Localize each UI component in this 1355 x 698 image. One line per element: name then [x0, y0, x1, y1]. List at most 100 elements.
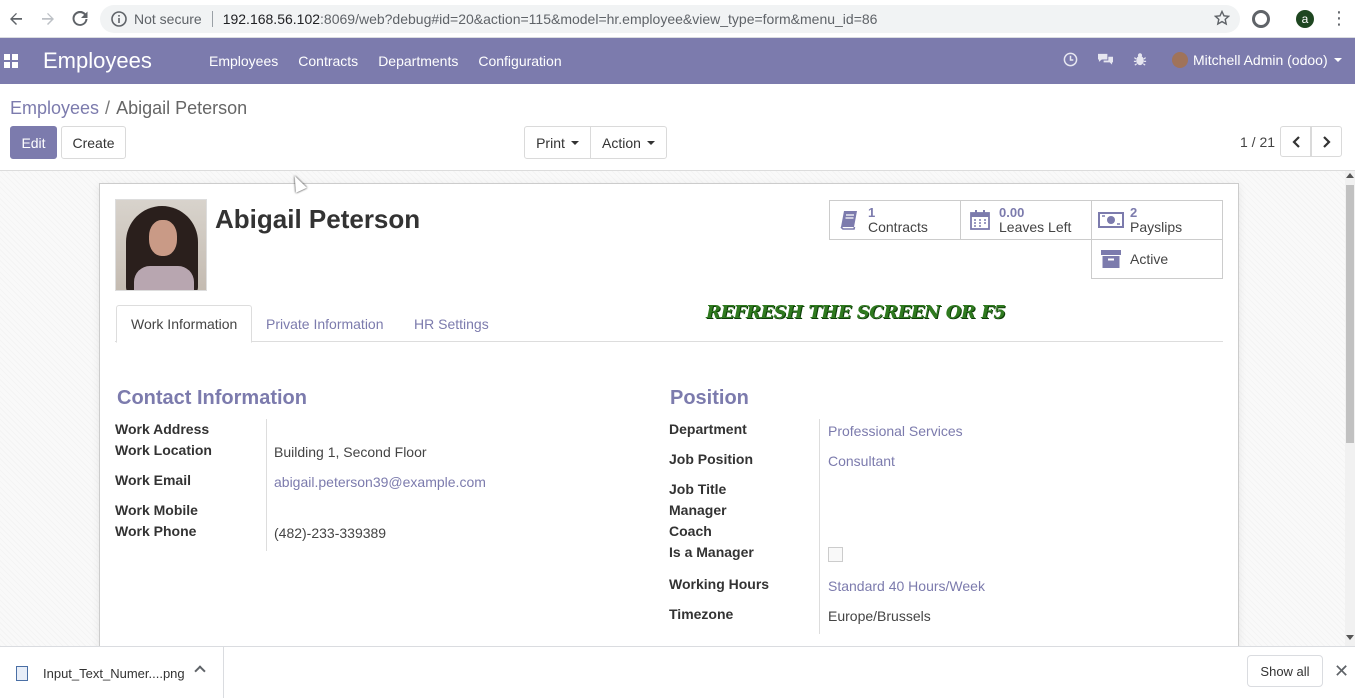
notebook-tabs: Work Information Private Information HR … [115, 305, 1223, 343]
user-avatar [1172, 52, 1188, 68]
contracts-label: Contracts [868, 219, 928, 235]
browser-menu-icon[interactable]: ⋮ [1330, 8, 1348, 28]
address-bar[interactable]: Not secure 192.168.56.102:8069/web?debug… [100, 5, 1240, 33]
odoo-navbar: Employees Employees Contracts Department… [0, 38, 1355, 84]
tab-hr-settings[interactable]: HR Settings [400, 305, 503, 342]
caret-down-icon [1333, 58, 1342, 62]
manager-label: Manager [669, 502, 727, 518]
browser-toolbar: Not secure 192.168.56.102:8069/web?debug… [0, 0, 1355, 38]
action-dropdown[interactable]: Action [590, 126, 667, 159]
debug-bug-icon[interactable] [1133, 52, 1147, 70]
profile-avatar[interactable]: a [1296, 10, 1314, 28]
user-name: Mitchell Admin (odoo) [1193, 52, 1328, 68]
bookmark-star-icon[interactable] [1213, 9, 1231, 29]
leaves-smart-button[interactable]: 0.00 Leaves Left [960, 200, 1092, 240]
pager-next-button[interactable] [1311, 126, 1342, 157]
scrollbar-thumb[interactable] [1346, 185, 1354, 443]
forward-button[interactable] [32, 0, 64, 38]
back-button[interactable] [0, 0, 32, 38]
action-label: Action [602, 134, 641, 151]
coach-label: Coach [669, 523, 712, 539]
url-text: 192.168.56.102:8069/web?debug#id=20&acti… [223, 11, 878, 27]
job-position-link[interactable]: Consultant [828, 453, 895, 469]
create-button[interactable]: Create [61, 126, 126, 159]
print-label: Print [536, 134, 565, 151]
download-file-name: Input_Text_Numer....png [43, 665, 185, 681]
reload-icon [72, 11, 88, 26]
department-link[interactable]: Professional Services [828, 423, 963, 439]
chevron-up-icon[interactable] [194, 665, 206, 677]
calendar-icon [967, 208, 993, 232]
work-email-link[interactable]: abigail.peterson39@example.com [274, 474, 486, 490]
work-phone-value: (482)-233-339389 [274, 525, 387, 541]
department-label: Department [669, 421, 747, 437]
breadcrumb-current: Abigail Peterson [116, 98, 248, 118]
archive-icon [1098, 247, 1124, 271]
scroll-down-arrow-icon[interactable] [1346, 635, 1354, 640]
reload-button[interactable] [64, 0, 96, 38]
pager-previous-button[interactable] [1280, 126, 1311, 157]
download-item[interactable]: Input_Text_Numer....png [0, 647, 224, 698]
menu-contracts[interactable]: Contracts [288, 53, 368, 69]
tab-work-information[interactable]: Work Information [116, 305, 253, 343]
employee-photo[interactable] [115, 199, 207, 291]
money-icon [1098, 208, 1124, 232]
pager-value[interactable]: 1 / 21 [1240, 134, 1275, 150]
work-email-label: Work Email [115, 472, 191, 488]
tab-private-information[interactable]: Private Information [252, 305, 398, 342]
work-location-label: Work Location [115, 442, 212, 458]
work-phone-label: Work Phone [115, 523, 197, 539]
info-icon[interactable] [110, 10, 128, 28]
chevron-left-icon [1291, 135, 1300, 148]
job-position-label: Job Position [669, 451, 753, 467]
arrow-right-icon [42, 13, 54, 25]
payslips-label: Payslips [1130, 219, 1183, 235]
top-menu: Employees Contracts Departments Configur… [199, 53, 572, 69]
work-mobile-label: Work Mobile [115, 502, 198, 518]
position-title: Position [670, 387, 749, 409]
app-brand[interactable]: Employees [43, 48, 152, 74]
breadcrumb-employees[interactable]: Employees [10, 98, 99, 118]
print-dropdown[interactable]: Print [524, 126, 591, 159]
timezone-value: Europe/Brussels [828, 608, 931, 624]
chat-bubbles-icon[interactable] [1097, 52, 1114, 70]
caret-down-icon [646, 140, 655, 145]
is-manager-checkbox[interactable] [828, 547, 843, 562]
image-file-icon [16, 665, 28, 681]
menu-configuration[interactable]: Configuration [468, 53, 571, 69]
active-label: Active [1130, 250, 1169, 267]
chevron-right-icon [1322, 135, 1331, 148]
user-menu[interactable]: Mitchell Admin (odoo) [1172, 52, 1342, 68]
edit-button[interactable]: Edit [10, 126, 57, 159]
caret-down-icon [570, 140, 579, 145]
extension-icon[interactable] [1252, 10, 1270, 28]
contracts-smart-button[interactable]: 1 Contracts [829, 200, 961, 240]
url-host: 192.168.56.102 [222, 11, 321, 27]
menu-employees[interactable]: Employees [199, 53, 288, 69]
employee-name: Abigail Peterson [215, 204, 421, 234]
work-address-label: Work Address [115, 421, 210, 437]
menu-departments[interactable]: Departments [368, 53, 468, 69]
working-hours-link[interactable]: Standard 40 Hours/Week [828, 578, 985, 594]
is-manager-label: Is a Manager [669, 544, 754, 560]
form-view: Abigail Peterson 1 Contracts 0.00 Leaves L… [0, 171, 1345, 646]
job-title-label: Job Title [669, 481, 727, 497]
active-toggle-button[interactable]: Active [1091, 239, 1223, 279]
breadcrumb: Employees / Abigail Peterson [10, 98, 248, 118]
leaves-label: Leaves Left [999, 219, 1072, 235]
payslips-smart-button[interactable]: 2 Payslips [1091, 200, 1223, 240]
contracts-count: 1 [868, 205, 876, 220]
work-location-value: Building 1, Second Floor [274, 444, 427, 460]
close-icon[interactable]: ✕ [1334, 661, 1349, 682]
timezone-label: Timezone [669, 606, 734, 622]
refresh-note-overlay: REFRESH THE SCREEN OR F5 [706, 302, 1006, 323]
page-scrollbar[interactable] [1345, 171, 1355, 646]
scroll-up-arrow-icon[interactable] [1346, 173, 1354, 178]
apps-menu-icon[interactable] [4, 54, 18, 68]
arrow-left-icon [10, 13, 22, 25]
contact-information-title: Contact Information [117, 387, 307, 409]
form-sheet: Abigail Peterson 1 Contracts 0.00 Leaves L… [99, 183, 1239, 646]
activity-clock-icon[interactable] [1063, 52, 1078, 70]
url-path: :8069/web?debug#id=20&action=115&model=h… [320, 11, 878, 27]
show-all-button[interactable]: Show all [1247, 655, 1323, 687]
